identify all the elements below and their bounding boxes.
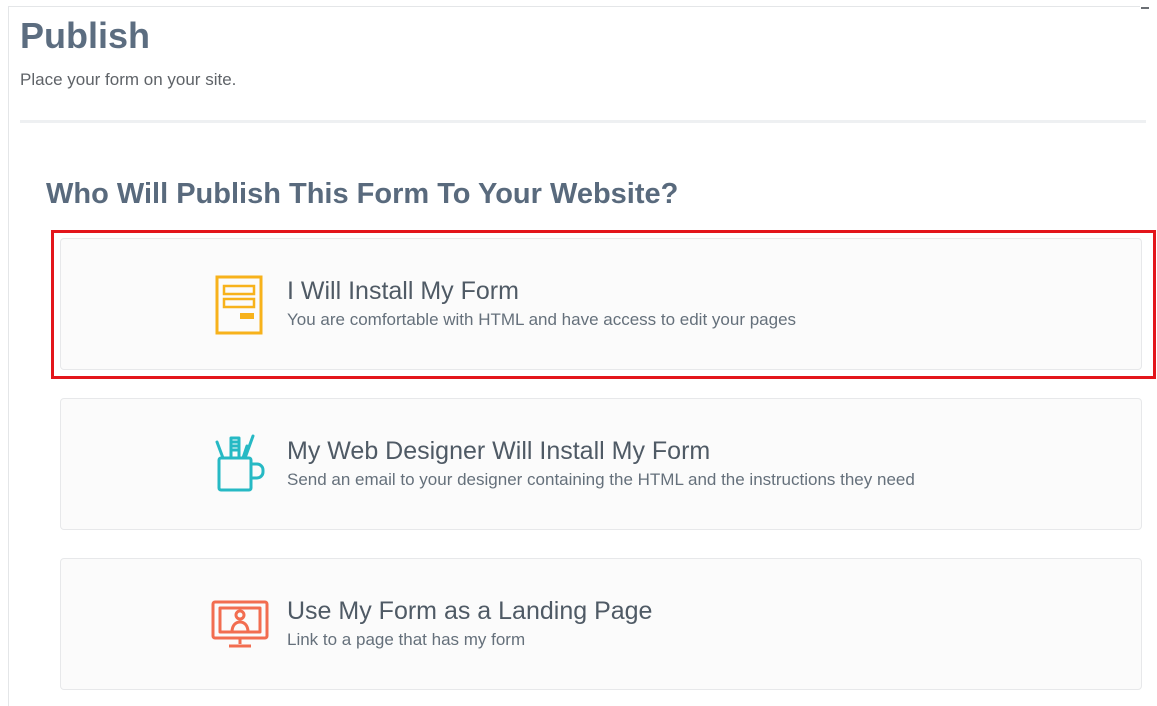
form-document-icon bbox=[215, 275, 263, 335]
page-subtitle: Place your form on your site. bbox=[20, 70, 237, 89]
publish-section-heading: Who Will Publish This Form To Your Websi… bbox=[46, 178, 679, 210]
option-description: Send an email to your designer containin… bbox=[287, 470, 915, 489]
designer-mug-icon bbox=[215, 434, 265, 492]
landing-page-monitor-icon bbox=[211, 600, 269, 648]
install-myself-option[interactable]: I Will Install My Form You are comfortab… bbox=[60, 238, 1142, 370]
page-title: Publish bbox=[20, 15, 151, 56]
option-description: You are comfortable with HTML and have a… bbox=[287, 310, 797, 329]
option-title: I Will Install My Form bbox=[287, 277, 519, 305]
option-description: Link to a page that has my form bbox=[287, 630, 526, 649]
option-title: Use My Form as a Landing Page bbox=[287, 597, 653, 625]
window-top-border bbox=[8, 6, 1140, 7]
header-divider bbox=[20, 120, 1146, 123]
window-minimize-mark bbox=[1141, 7, 1149, 9]
web-designer-option[interactable]: My Web Designer Will Install My Form Sen… bbox=[60, 398, 1142, 530]
option-title: My Web Designer Will Install My Form bbox=[287, 437, 711, 465]
window-left-border bbox=[8, 6, 9, 706]
landing-page-option[interactable]: Use My Form as a Landing Page Link to a … bbox=[60, 558, 1142, 690]
